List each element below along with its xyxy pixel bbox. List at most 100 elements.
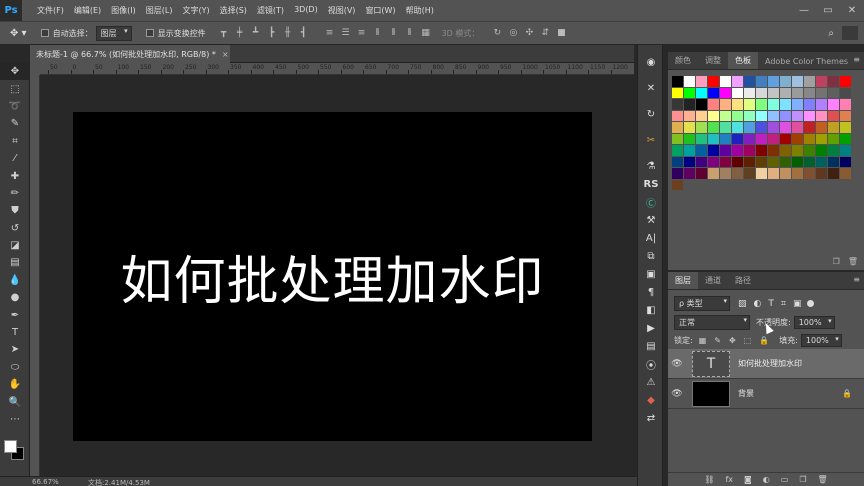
color-swatch[interactable]	[672, 122, 683, 133]
fill-input[interactable]: 100%	[800, 334, 842, 347]
color-swatch[interactable]	[780, 133, 791, 144]
document-canvas[interactable]: 如何批处理加水印	[73, 112, 592, 441]
color-swatch[interactable]	[732, 133, 743, 144]
clone-source-icon[interactable]: ▣	[638, 265, 664, 283]
color-swatch[interactable]	[768, 145, 779, 156]
color-swatch[interactable]	[780, 168, 791, 179]
3d-slide-icon[interactable]: ⇵	[538, 27, 552, 39]
color-swatch[interactable]	[780, 76, 791, 87]
color-swatch[interactable]	[744, 168, 755, 179]
styles-icon[interactable]: ⦿	[638, 355, 664, 373]
color-swatch[interactable]	[792, 168, 803, 179]
character-icon[interactable]: A|	[638, 229, 664, 247]
color-swatch[interactable]	[756, 133, 767, 144]
color-swatch[interactable]	[804, 87, 815, 98]
auto-select-dropdown[interactable]: 图层	[95, 25, 132, 41]
color-swatch[interactable]	[780, 87, 791, 98]
info-icon[interactable]: ⚠	[638, 373, 664, 391]
tab-paths[interactable]: 路径	[728, 272, 758, 289]
minimize-button[interactable]: —	[792, 0, 816, 21]
color-swatch[interactable]	[792, 76, 803, 87]
color-swatch[interactable]	[720, 122, 731, 133]
color-swatch[interactable]	[756, 168, 767, 179]
color-swatch[interactable]	[828, 76, 839, 87]
lasso-tool-icon[interactable]: ➰	[0, 98, 30, 115]
color-swatch[interactable]	[720, 110, 731, 121]
layer-comps-icon[interactable]: ▤	[638, 337, 664, 355]
color-swatch[interactable]	[768, 110, 779, 121]
menu-select[interactable]: 选择(S)	[215, 5, 252, 16]
color-swatch[interactable]	[756, 110, 767, 121]
actions-icon[interactable]: ▶	[638, 319, 664, 337]
color-swatch[interactable]	[816, 156, 827, 167]
blur-tool-icon[interactable]: 💧	[0, 272, 30, 289]
color-swatch[interactable]	[816, 87, 827, 98]
color-swatch[interactable]	[708, 122, 719, 133]
menu-help[interactable]: 帮助(H)	[401, 5, 439, 16]
color-swatch[interactable]	[684, 156, 695, 167]
color-swatch[interactable]	[768, 87, 779, 98]
color-swatch[interactable]	[828, 122, 839, 133]
color-swatch[interactable]	[696, 87, 707, 98]
color-swatch[interactable]	[756, 99, 767, 110]
color-swatch[interactable]	[768, 76, 779, 87]
marquee-tool-icon[interactable]: ⬚	[0, 80, 30, 97]
color-swatch[interactable]	[696, 76, 707, 87]
layer-lock-icon[interactable]: 🔒	[842, 389, 852, 398]
move-tool-preset-icon[interactable]: ✥ ▾	[10, 28, 27, 39]
color-swatch[interactable]	[720, 156, 731, 167]
vertical-ruler[interactable]	[30, 75, 40, 476]
delete-layer-icon[interactable]: 🗑	[818, 475, 828, 484]
menu-type[interactable]: 文字(Y)	[177, 5, 214, 16]
history-icon[interactable]: ↻	[638, 105, 664, 123]
canvas-area[interactable]: 如何批处理加水印	[41, 76, 634, 476]
healing-brush-tool-icon[interactable]: ✚	[0, 167, 30, 184]
color-swatch[interactable]	[840, 110, 851, 121]
layer-row-background[interactable]: 👁 背景 🔒	[668, 379, 864, 409]
3d-drag-icon[interactable]: ✣	[522, 27, 536, 39]
color-swatch[interactable]	[732, 76, 743, 87]
color-swatch[interactable]	[804, 76, 815, 87]
filter-shape-icon[interactable]: ⌗	[781, 299, 786, 309]
color-swatch[interactable]	[756, 145, 767, 156]
align-left-icon[interactable]: ┣	[265, 27, 279, 39]
color-swatch[interactable]	[744, 110, 755, 121]
eyedropper-tool-icon[interactable]: ⁄	[0, 150, 30, 167]
menu-window[interactable]: 窗口(W)	[360, 5, 400, 16]
photoshop-logo[interactable]: Ps	[0, 0, 22, 21]
color-swatch[interactable]	[804, 156, 815, 167]
color-swatch[interactable]	[696, 168, 707, 179]
color-swatch[interactable]	[828, 168, 839, 179]
color-swatch[interactable]	[732, 156, 743, 167]
color-swatch[interactable]	[732, 168, 743, 179]
color-swatch[interactable]	[816, 99, 827, 110]
shape-tool-icon[interactable]: ⬭	[0, 359, 30, 376]
color-swatch[interactable]	[684, 110, 695, 121]
hand-tool-icon[interactable]: ✋	[0, 376, 30, 393]
move-tool-icon[interactable]: ✥	[0, 63, 30, 81]
color-swatch[interactable]	[804, 110, 815, 121]
color-swatch[interactable]	[804, 122, 815, 133]
quick-select-tool-icon[interactable]: ✎	[0, 115, 30, 132]
plugin-c-icon[interactable]: Ⓒ	[638, 193, 664, 211]
foreground-color[interactable]	[4, 440, 17, 453]
menu-view[interactable]: 视图(V)	[323, 5, 361, 16]
tab-adjustments[interactable]: 调整	[698, 52, 728, 69]
brush-preset-icon[interactable]: ⚒	[638, 211, 664, 229]
distribute-bottom-icon[interactable]: ≡	[355, 27, 369, 39]
zoom-tool-icon[interactable]: 🔍	[0, 393, 30, 410]
distribute-hcenter-icon[interactable]: ⦀	[387, 27, 401, 39]
color-swatch[interactable]	[696, 122, 707, 133]
color-swatch[interactable]	[744, 133, 755, 144]
color-swatch[interactable]	[768, 133, 779, 144]
edit-toolbar-icon[interactable]: ⋯	[0, 411, 30, 428]
color-swatch[interactable]	[672, 168, 683, 179]
lock-position-icon[interactable]: ✥	[729, 336, 736, 345]
color-swatch[interactable]	[828, 133, 839, 144]
search-icon[interactable]: ⌕	[828, 28, 834, 39]
tab-channels[interactable]: 通道	[698, 272, 728, 289]
color-swatch[interactable]	[792, 110, 803, 121]
color-swatch[interactable]	[816, 110, 827, 121]
color-swatch[interactable]	[804, 145, 815, 156]
color-swatch[interactable]	[672, 179, 683, 190]
